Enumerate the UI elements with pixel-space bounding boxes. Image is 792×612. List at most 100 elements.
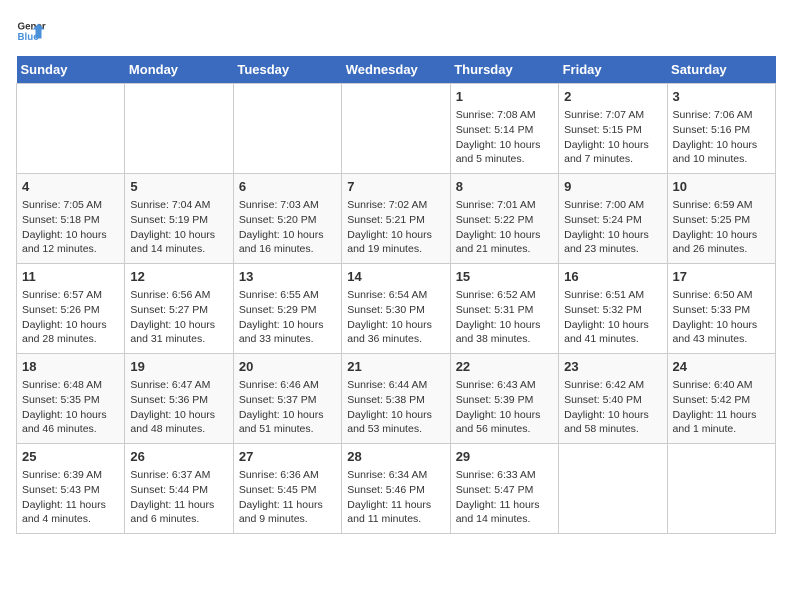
calendar-cell — [17, 84, 125, 174]
day-info: Sunrise: 6:56 AM Sunset: 5:27 PM Dayligh… — [130, 289, 215, 345]
calendar-cell: 23 Sunrise: 6:42 AM Sunset: 5:40 PM Dayli… — [559, 354, 667, 444]
header-wednesday: Wednesday — [342, 56, 450, 84]
day-number: 18 — [22, 358, 119, 376]
day-info: Sunrise: 6:39 AM Sunset: 5:43 PM Dayligh… — [22, 469, 106, 525]
header-thursday: Thursday — [450, 56, 558, 84]
day-number: 12 — [130, 268, 227, 286]
day-info: Sunrise: 7:00 AM Sunset: 5:24 PM Dayligh… — [564, 199, 649, 255]
calendar-cell: 11 Sunrise: 6:57 AM Sunset: 5:26 PM Dayli… — [17, 264, 125, 354]
day-number: 6 — [239, 178, 336, 196]
calendar-cell: 10Sunrise: 6:59 AM Sunset: 5:25 PM Dayli… — [667, 174, 775, 264]
week-row-5: 25 Sunrise: 6:39 AM Sunset: 5:43 PM Dayli… — [17, 444, 776, 534]
header-sunday: Sunday — [17, 56, 125, 84]
day-info: Sunrise: 6:34 AM Sunset: 5:46 PM Dayligh… — [347, 469, 431, 525]
day-number: 24 — [673, 358, 770, 376]
day-number: 1 — [456, 88, 553, 106]
day-number: 28 — [347, 448, 444, 466]
day-info: Sunrise: 7:06 AM Sunset: 5:16 PM Dayligh… — [673, 109, 758, 165]
day-number: 4 — [22, 178, 119, 196]
day-number: 7 — [347, 178, 444, 196]
day-number: 2 — [564, 88, 661, 106]
day-info: Sunrise: 7:05 AM Sunset: 5:18 PM Dayligh… — [22, 199, 107, 255]
week-row-1: 1 Sunrise: 7:08 AM Sunset: 5:14 PM Daylig… — [17, 84, 776, 174]
day-info: Sunrise: 7:04 AM Sunset: 5:19 PM Dayligh… — [130, 199, 215, 255]
day-info: Sunrise: 6:42 AM Sunset: 5:40 PM Dayligh… — [564, 379, 649, 435]
day-info: Sunrise: 7:02 AM Sunset: 5:21 PM Dayligh… — [347, 199, 432, 255]
header-friday: Friday — [559, 56, 667, 84]
calendar-cell — [125, 84, 233, 174]
day-number: 19 — [130, 358, 227, 376]
day-number: 3 — [673, 88, 770, 106]
day-info: Sunrise: 6:40 AM Sunset: 5:42 PM Dayligh… — [673, 379, 757, 435]
day-number: 23 — [564, 358, 661, 376]
header-monday: Monday — [125, 56, 233, 84]
calendar-cell — [233, 84, 341, 174]
calendar-cell: 25 Sunrise: 6:39 AM Sunset: 5:43 PM Dayli… — [17, 444, 125, 534]
day-number: 11 — [22, 268, 119, 286]
day-info: Sunrise: 6:52 AM Sunset: 5:31 PM Dayligh… — [456, 289, 541, 345]
day-info: Sunrise: 7:08 AM Sunset: 5:14 PM Dayligh… — [456, 109, 541, 165]
calendar-cell: 12 Sunrise: 6:56 AM Sunset: 5:27 PM Dayli… — [125, 264, 233, 354]
header-tuesday: Tuesday — [233, 56, 341, 84]
day-number: 8 — [456, 178, 553, 196]
day-number: 9 — [564, 178, 661, 196]
calendar-cell: 3 Sunrise: 7:06 AM Sunset: 5:16 PM Daylig… — [667, 84, 775, 174]
calendar-cell: 14Sunrise: 6:54 AM Sunset: 5:30 PM Dayli… — [342, 264, 450, 354]
calendar-cell: 26 Sunrise: 6:37 AM Sunset: 5:44 PM Dayli… — [125, 444, 233, 534]
calendar-cell: 9 Sunrise: 7:00 AM Sunset: 5:24 PM Daylig… — [559, 174, 667, 264]
calendar-cell: 13 Sunrise: 6:55 AM Sunset: 5:29 PM Dayli… — [233, 264, 341, 354]
calendar-header-row: SundayMondayTuesdayWednesdayThursdayFrid… — [17, 56, 776, 84]
day-info: Sunrise: 6:51 AM Sunset: 5:32 PM Dayligh… — [564, 289, 649, 345]
calendar-cell — [559, 444, 667, 534]
calendar-cell — [667, 444, 775, 534]
header-saturday: Saturday — [667, 56, 775, 84]
calendar-table: SundayMondayTuesdayWednesdayThursdayFrid… — [16, 56, 776, 534]
day-info: Sunrise: 6:36 AM Sunset: 5:45 PM Dayligh… — [239, 469, 323, 525]
logo: General Blue — [16, 16, 52, 46]
day-number: 29 — [456, 448, 553, 466]
day-info: Sunrise: 6:33 AM Sunset: 5:47 PM Dayligh… — [456, 469, 540, 525]
calendar-cell: 28 Sunrise: 6:34 AM Sunset: 5:46 PM Dayli… — [342, 444, 450, 534]
calendar-cell: 24 Sunrise: 6:40 AM Sunset: 5:42 PM Dayli… — [667, 354, 775, 444]
day-number: 21 — [347, 358, 444, 376]
day-number: 25 — [22, 448, 119, 466]
calendar-cell: 2 Sunrise: 7:07 AM Sunset: 5:15 PM Daylig… — [559, 84, 667, 174]
day-info: Sunrise: 7:07 AM Sunset: 5:15 PM Dayligh… — [564, 109, 649, 165]
calendar-cell: 4 Sunrise: 7:05 AM Sunset: 5:18 PM Daylig… — [17, 174, 125, 264]
logo-icon: General Blue — [16, 16, 46, 46]
week-row-2: 4 Sunrise: 7:05 AM Sunset: 5:18 PM Daylig… — [17, 174, 776, 264]
day-number: 17 — [673, 268, 770, 286]
day-info: Sunrise: 6:47 AM Sunset: 5:36 PM Dayligh… — [130, 379, 215, 435]
day-info: Sunrise: 6:44 AM Sunset: 5:38 PM Dayligh… — [347, 379, 432, 435]
calendar-cell: 17 Sunrise: 6:50 AM Sunset: 5:33 PM Dayli… — [667, 264, 775, 354]
day-info: Sunrise: 7:03 AM Sunset: 5:20 PM Dayligh… — [239, 199, 324, 255]
day-info: Sunrise: 6:50 AM Sunset: 5:33 PM Dayligh… — [673, 289, 758, 345]
calendar-cell: 20 Sunrise: 6:46 AM Sunset: 5:37 PM Dayli… — [233, 354, 341, 444]
day-info: Sunrise: 6:55 AM Sunset: 5:29 PM Dayligh… — [239, 289, 324, 345]
day-info: Sunrise: 6:57 AM Sunset: 5:26 PM Dayligh… — [22, 289, 107, 345]
day-number: 15 — [456, 268, 553, 286]
page-header: General Blue — [16, 16, 776, 46]
day-info: Sunrise: 7:01 AM Sunset: 5:22 PM Dayligh… — [456, 199, 541, 255]
calendar-cell: 8 Sunrise: 7:01 AM Sunset: 5:22 PM Daylig… — [450, 174, 558, 264]
day-info: Sunrise: 6:43 AM Sunset: 5:39 PM Dayligh… — [456, 379, 541, 435]
calendar-cell: 19 Sunrise: 6:47 AM Sunset: 5:36 PM Dayli… — [125, 354, 233, 444]
day-number: 16 — [564, 268, 661, 286]
day-number: 20 — [239, 358, 336, 376]
day-info: Sunrise: 6:59 AM Sunset: 5:25 PM Dayligh… — [673, 199, 758, 255]
week-row-3: 11 Sunrise: 6:57 AM Sunset: 5:26 PM Dayli… — [17, 264, 776, 354]
day-info: Sunrise: 6:37 AM Sunset: 5:44 PM Dayligh… — [130, 469, 214, 525]
day-number: 26 — [130, 448, 227, 466]
week-row-4: 18Sunrise: 6:48 AM Sunset: 5:35 PM Dayli… — [17, 354, 776, 444]
calendar-cell: 21 Sunrise: 6:44 AM Sunset: 5:38 PM Dayli… — [342, 354, 450, 444]
calendar-cell: 7 Sunrise: 7:02 AM Sunset: 5:21 PM Daylig… — [342, 174, 450, 264]
calendar-cell: 5 Sunrise: 7:04 AM Sunset: 5:19 PM Daylig… — [125, 174, 233, 264]
calendar-cell: 27 Sunrise: 6:36 AM Sunset: 5:45 PM Dayli… — [233, 444, 341, 534]
calendar-cell — [342, 84, 450, 174]
calendar-cell: 6 Sunrise: 7:03 AM Sunset: 5:20 PM Daylig… — [233, 174, 341, 264]
day-info: Sunrise: 6:54 AM Sunset: 5:30 PM Dayligh… — [347, 289, 432, 345]
day-number: 13 — [239, 268, 336, 286]
day-number: 27 — [239, 448, 336, 466]
day-info: Sunrise: 6:46 AM Sunset: 5:37 PM Dayligh… — [239, 379, 324, 435]
day-number: 5 — [130, 178, 227, 196]
